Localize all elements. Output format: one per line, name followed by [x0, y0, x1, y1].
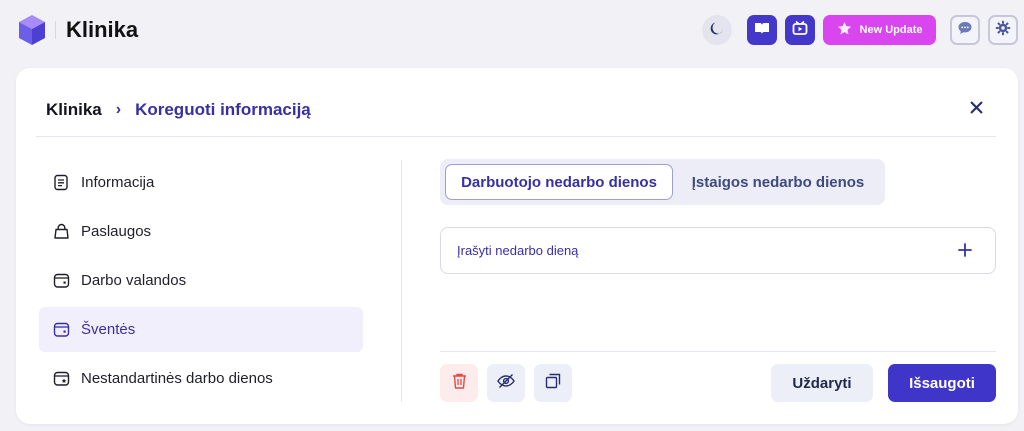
calendar-icon [52, 272, 70, 290]
calendar-icon [52, 321, 70, 339]
chat-button[interactable] [950, 15, 980, 45]
add-holiday-label: Įrašyti nedarbo dieną [457, 243, 579, 258]
eye-off-icon [497, 373, 515, 394]
save-button[interactable]: Išsaugoti [888, 364, 996, 402]
gear-icon [995, 20, 1011, 41]
close-icon [970, 101, 983, 119]
sidebar-item-paslaugos[interactable]: Paslaugos [39, 209, 363, 254]
cancel-button[interactable]: Uždaryti [771, 364, 873, 402]
delete-button[interactable] [440, 364, 478, 402]
trash-icon [451, 372, 468, 395]
sidebar-item-label: Šventės [81, 321, 136, 338]
logo-icon[interactable] [16, 13, 48, 47]
document-icon [52, 174, 70, 192]
edit-panel: Klinika › Koreguoti informaciją Informac… [16, 68, 1018, 424]
star-icon [837, 21, 852, 39]
sidebar-item-darbo-valandos[interactable]: Darbo valandos [39, 258, 363, 303]
top-bar: Klinika New Update [0, 0, 1024, 62]
sidebar-item-label: Paslaugos [81, 223, 152, 240]
breadcrumb-current: Koreguoti informaciją [135, 100, 311, 119]
new-update-label: New Update [859, 24, 923, 36]
video-icon [792, 20, 808, 41]
bag-icon [52, 223, 70, 241]
breadcrumb-separator: › [115, 101, 122, 118]
plus-icon[interactable] [955, 240, 975, 260]
copy-button[interactable] [534, 364, 572, 402]
column-divider [401, 160, 402, 402]
sidebar-item-label: Nestandartinės darbo dienos [81, 370, 273, 387]
app-name: Klinika [66, 17, 139, 42]
breadcrumb: Klinika › Koreguoti informaciją [46, 100, 311, 120]
new-update-button[interactable]: New Update [823, 15, 936, 45]
chat-icon [957, 20, 973, 41]
sidebar-item-informacija[interactable]: Informacija [39, 160, 363, 205]
sidebar-item-label: Darbo valandos [81, 272, 187, 289]
moon-icon [709, 20, 725, 41]
close-button[interactable] [966, 100, 986, 120]
tab-istaigos-nedarbo-dienos[interactable]: Įstaigos nedarbo dienos [678, 164, 878, 200]
sidebar-item-sventes[interactable]: Šventės [39, 307, 363, 352]
tab-darbuotojo-nedarbo-dienos[interactable]: Darbuotojo nedarbo dienos [445, 164, 673, 200]
calendar-star-icon [52, 370, 70, 388]
hide-button[interactable] [487, 364, 525, 402]
header-divider [36, 136, 996, 137]
breadcrumb-root[interactable]: Klinika [46, 100, 102, 120]
sidebar-item-label: Informacija [81, 174, 155, 191]
book-icon [754, 21, 770, 40]
tab-bar: Darbuotojo nedarbo dienos Įstaigos nedar… [440, 159, 885, 205]
sidebar-item-nestandartines-darbo-dienos[interactable]: Nestandartinės darbo dienos [39, 356, 363, 401]
docs-button[interactable] [747, 15, 777, 45]
video-button[interactable] [785, 15, 815, 45]
logo-divider [55, 21, 56, 39]
footer-divider [440, 351, 996, 352]
settings-button[interactable] [988, 15, 1018, 45]
add-holiday-row[interactable]: Įrašyti nedarbo dieną [440, 227, 996, 274]
theme-toggle-button[interactable] [702, 15, 732, 45]
copy-icon [545, 373, 561, 394]
